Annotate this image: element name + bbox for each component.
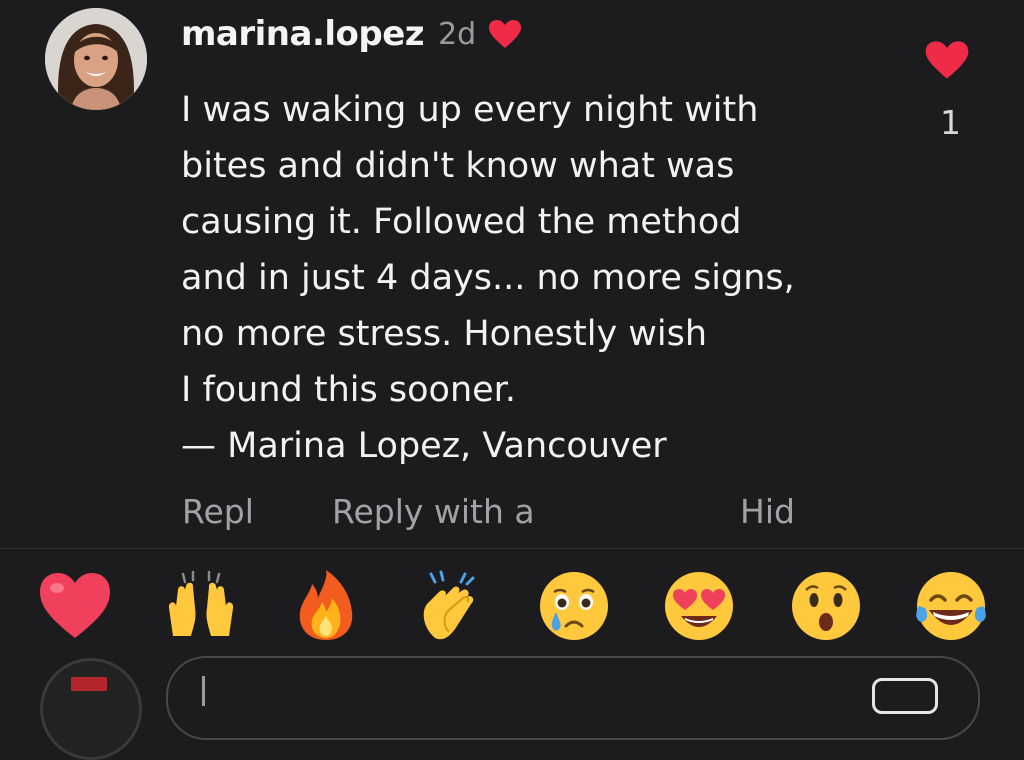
comment-line: I was waking up every night with <box>181 90 759 130</box>
hide-button[interactable]: Hid <box>740 492 795 531</box>
clapping-hands-emoji[interactable] <box>413 568 489 644</box>
comment-composer <box>0 650 1024 760</box>
fire-emoji[interactable] <box>288 568 364 644</box>
comment-actions: Repl Reply with a Hid <box>0 492 1024 542</box>
emoji-reaction-bar <box>0 562 1024 646</box>
username[interactable]: marina.lopez <box>181 14 425 54</box>
comment-line: and in just 4 days... no more signs, <box>181 258 795 298</box>
reply-with-button[interactable]: Reply with a <box>332 492 535 531</box>
red-heart-emoji[interactable] <box>37 568 113 644</box>
comment-line: bites and didn't know what was <box>181 146 735 186</box>
own-avatar[interactable] <box>40 658 142 760</box>
creator-liked-heart-icon <box>488 19 522 49</box>
crying-face-emoji[interactable] <box>536 568 612 644</box>
heart-eyes-emoji[interactable] <box>661 568 737 644</box>
reply-button[interactable]: Repl <box>182 492 254 531</box>
commenter-avatar[interactable] <box>45 8 147 110</box>
comment-text: I was waking up every night with bites a… <box>181 82 921 474</box>
like-count: 1 <box>940 103 961 142</box>
tears-of-joy-emoji[interactable] <box>913 568 989 644</box>
surprised-face-emoji[interactable] <box>788 568 864 644</box>
raising-hands-emoji[interactable] <box>163 568 239 644</box>
comment-line: I found this sooner. <box>181 370 516 410</box>
comment-header: marina.lopez 2d <box>181 8 522 60</box>
timestamp: 2d <box>438 16 477 52</box>
divider <box>0 548 1024 549</box>
shield-icon <box>71 677 107 691</box>
like-button[interactable] <box>924 40 970 84</box>
comment-line: causing it. Followed the method <box>181 202 742 242</box>
heart-icon <box>925 41 969 79</box>
text-caret <box>202 676 205 706</box>
comment-input[interactable] <box>166 656 980 740</box>
comment-signature: — Marina Lopez, Vancouver <box>181 426 667 466</box>
comment-line: no more stress. Honestly wish <box>181 314 708 354</box>
gif-icon[interactable] <box>872 678 938 714</box>
